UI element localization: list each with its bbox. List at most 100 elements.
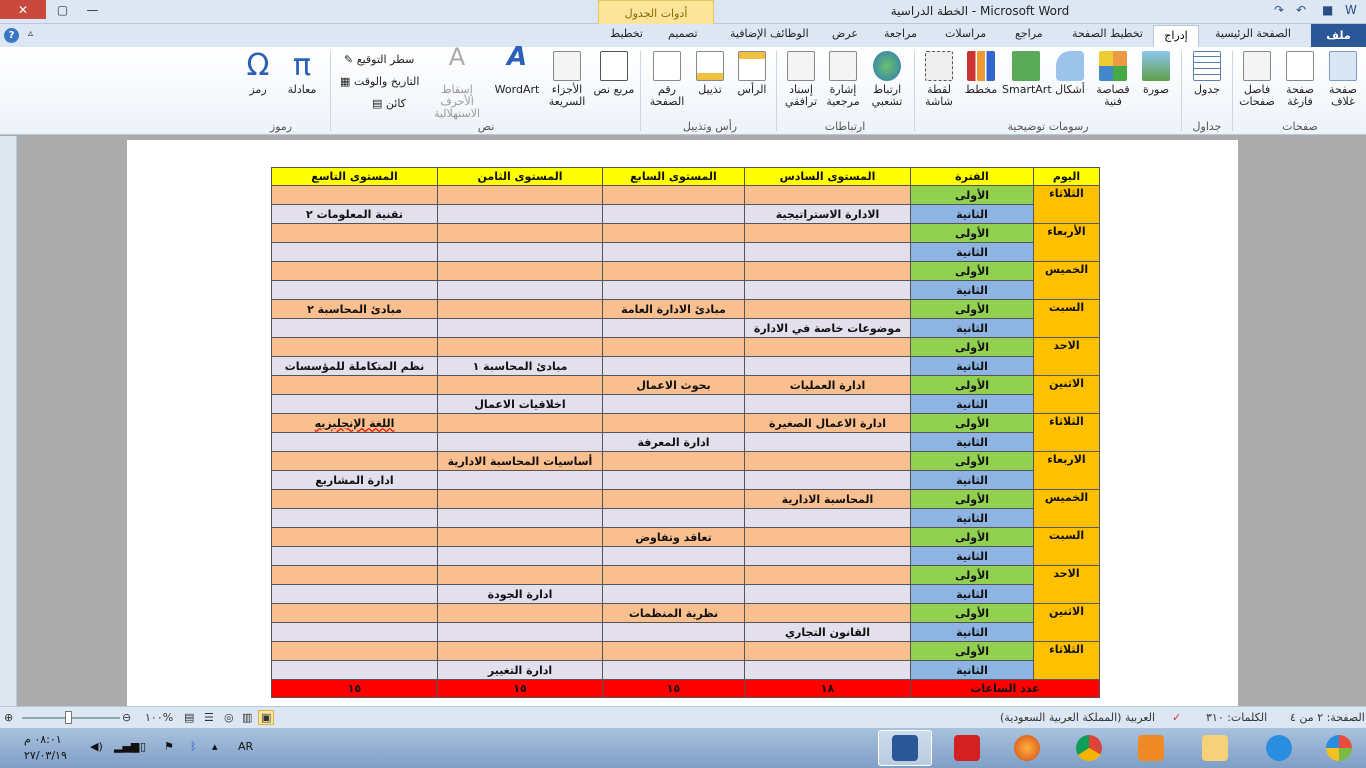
help-icon[interactable]: ? [4, 28, 19, 43]
day-cell[interactable]: الاثنين [1033, 375, 1100, 414]
view-outline-icon[interactable]: ☰ [204, 711, 214, 724]
day-cell[interactable]: الخميس [1033, 489, 1100, 528]
clock-date[interactable]: ٢٧/٠٣/١٩ [24, 749, 67, 762]
course-cell[interactable] [602, 337, 745, 357]
taskbar-chrome[interactable] [1062, 730, 1116, 766]
day-cell[interactable]: الأربعاء [1033, 223, 1100, 262]
course-cell[interactable]: اللغة الإنجليزيه [271, 413, 438, 433]
header-cell[interactable]: المستوى السادس [744, 167, 911, 186]
course-cell[interactable] [437, 641, 603, 661]
period-cell[interactable]: الأولى [910, 337, 1034, 357]
tab-references[interactable]: مراجع [1015, 27, 1043, 40]
course-cell[interactable] [744, 470, 911, 490]
tab-home[interactable]: الصفحة الرئيسية [1215, 27, 1291, 40]
course-cell[interactable] [744, 565, 911, 585]
period-cell[interactable]: الثانية [910, 660, 1034, 680]
chart-button[interactable]: مخطط [962, 51, 1000, 96]
view-web-icon[interactable]: ◎ [224, 711, 234, 724]
period-cell[interactable]: الثانية [910, 508, 1034, 528]
course-cell[interactable]: مبادئ المحاسبة ١ [437, 356, 603, 376]
schedule-table[interactable]: اليوم الفترة المستوى السادس المستوى السا… [271, 167, 1100, 698]
tab-review[interactable]: مراجعة [884, 27, 917, 40]
course-cell[interactable] [744, 280, 911, 300]
period-cell[interactable]: الأولى [910, 489, 1034, 509]
course-cell[interactable] [602, 470, 745, 490]
course-cell[interactable]: تعاقد وتفاوض [602, 527, 745, 547]
day-cell[interactable]: الاثنين [1033, 603, 1100, 642]
day-cell[interactable]: الثلاثاء [1033, 185, 1100, 224]
view-reading-icon[interactable]: ▥ [242, 711, 252, 724]
course-cell[interactable] [437, 470, 603, 490]
course-cell[interactable] [602, 546, 745, 566]
course-cell[interactable] [602, 413, 745, 433]
course-cell[interactable]: بحوث الاعمال [602, 375, 745, 395]
bookmark-button[interactable]: إشارة مرجعية [822, 51, 864, 108]
tab-file[interactable]: ملف [1311, 24, 1366, 47]
language-indicator[interactable]: العربية (المملكة العربية السعودية) [1000, 711, 1155, 724]
course-cell[interactable] [744, 641, 911, 661]
header-button[interactable]: الرأس [732, 51, 772, 96]
course-cell[interactable] [744, 527, 911, 547]
save-icon[interactable]: ■ [1322, 3, 1333, 17]
page-number-button[interactable]: رقم الصفحة [646, 51, 688, 108]
tab-addins[interactable]: الوظائف الإضافية [730, 27, 809, 40]
course-cell[interactable] [271, 622, 438, 642]
course-cell[interactable] [744, 242, 911, 262]
course-cell[interactable] [602, 242, 745, 262]
course-cell[interactable] [602, 223, 745, 243]
bluetooth-icon[interactable]: ᛒ [190, 740, 197, 753]
day-cell[interactable]: الاربعاء [1033, 451, 1100, 490]
header-cell[interactable]: المستوى السابع [602, 167, 745, 186]
undo-icon[interactable]: ↶ [1296, 3, 1306, 17]
day-cell[interactable]: السبت [1033, 299, 1100, 338]
collapse-ribbon-icon[interactable]: ▵ [28, 28, 33, 39]
day-cell[interactable]: الثلاثاء [1033, 413, 1100, 452]
course-cell[interactable] [602, 185, 745, 205]
taskbar-firefox[interactable] [1000, 730, 1054, 766]
period-cell[interactable]: الأولى [910, 565, 1034, 585]
course-cell[interactable]: ادارة العمليات [744, 375, 911, 395]
course-cell[interactable] [271, 508, 438, 528]
taskbar-word[interactable] [878, 730, 932, 766]
course-cell[interactable]: ادارة المشاريع [271, 470, 438, 490]
table-button[interactable]: جدول [1186, 51, 1228, 96]
course-cell[interactable] [744, 660, 911, 680]
period-cell[interactable]: الأولى [910, 223, 1034, 243]
symbol-button[interactable]: Ω رمز [238, 51, 278, 96]
course-cell[interactable] [271, 242, 438, 262]
shapes-button[interactable]: أشكال [1050, 51, 1090, 96]
footer-button[interactable]: تذييل [690, 51, 730, 96]
page-break-button[interactable]: فاصل صفحات [1236, 51, 1278, 108]
course-cell[interactable]: الادارة الاستراتيجية [744, 204, 911, 224]
course-cell[interactable] [437, 546, 603, 566]
course-cell[interactable] [602, 565, 745, 585]
action-center-flag-icon[interactable]: ⚑ [164, 740, 174, 753]
course-cell[interactable] [271, 584, 438, 604]
course-cell[interactable] [271, 565, 438, 585]
clock-time[interactable]: ٠٨:٠١ م [24, 733, 62, 746]
view-draft-icon[interactable]: ▤ [184, 711, 194, 724]
volume-icon[interactable]: ◀) [90, 740, 103, 753]
period-cell[interactable]: الثانية [910, 394, 1034, 414]
course-cell[interactable] [271, 546, 438, 566]
course-cell[interactable] [271, 660, 438, 680]
period-cell[interactable]: الثانية [910, 470, 1034, 490]
course-cell[interactable] [437, 223, 603, 243]
course-cell[interactable] [437, 185, 603, 205]
course-cell[interactable]: مبادئ الادارة العامة [602, 299, 745, 319]
course-cell[interactable] [271, 603, 438, 623]
clipart-button[interactable]: قصاصة فنية [1092, 51, 1134, 108]
period-cell[interactable]: الثانية [910, 318, 1034, 338]
period-cell[interactable]: الثانية [910, 204, 1034, 224]
course-cell[interactable] [437, 508, 603, 528]
signature-line-button[interactable]: ✎ سطر التوقيع [344, 53, 414, 66]
total-label-cell[interactable]: عدد الساعات [910, 679, 1100, 698]
course-cell[interactable]: المحاسبة الادارية [744, 489, 911, 509]
tab-design[interactable]: تصميم [668, 27, 698, 40]
tab-page-layout[interactable]: تخطيط الصفحة [1072, 27, 1143, 40]
total-value-cell[interactable]: ١٥ [271, 679, 438, 698]
screenshot-button[interactable]: لقطة شاشة [918, 51, 960, 108]
period-cell[interactable]: الثانية [910, 622, 1034, 642]
course-cell[interactable] [744, 451, 911, 471]
course-cell[interactable] [271, 261, 438, 281]
